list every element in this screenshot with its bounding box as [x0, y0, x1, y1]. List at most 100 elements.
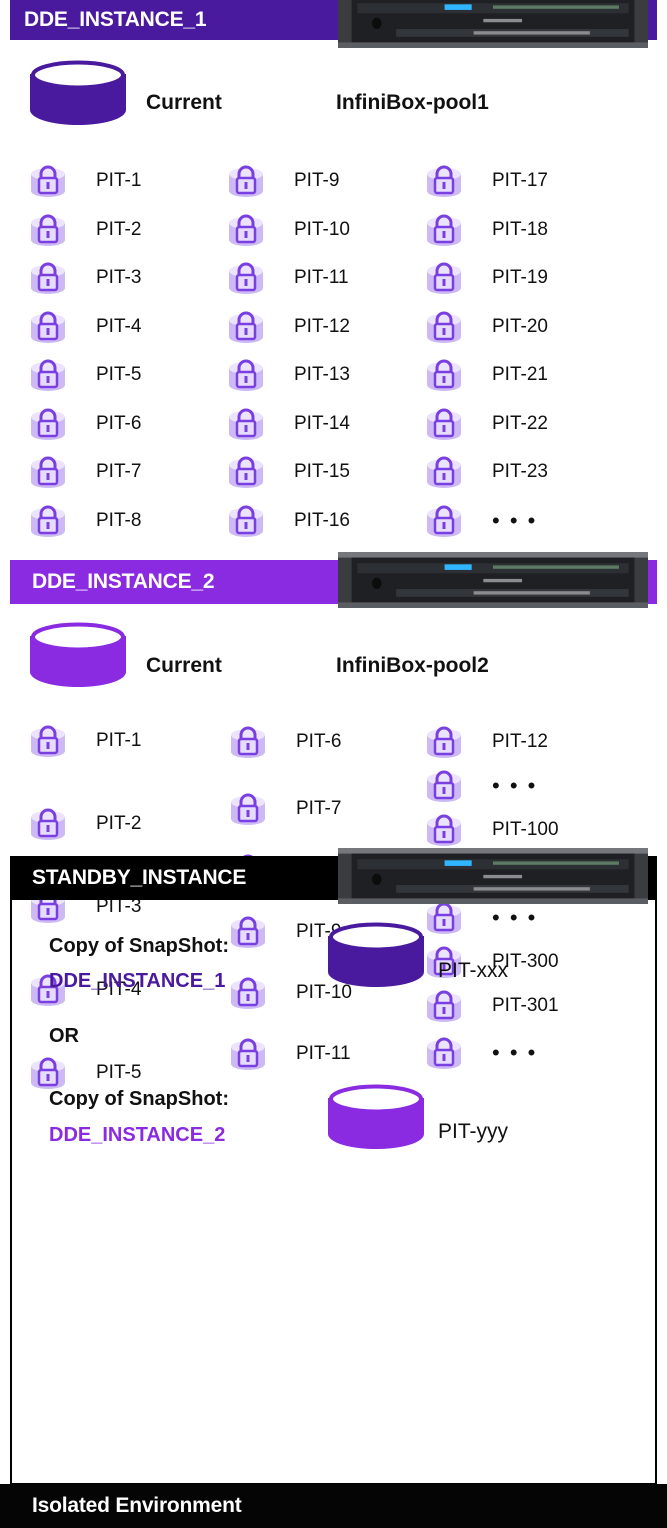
pit-item: PIT-18 [426, 213, 548, 247]
pit-item: PIT-12 [228, 310, 350, 344]
pit-label: PIT-7 [96, 461, 142, 482]
pit-item: PIT-21 [426, 358, 548, 392]
locked-snapshot-icon [30, 724, 66, 758]
locked-snapshot-icon [426, 504, 462, 538]
pit-label: PIT-16 [294, 509, 350, 531]
snapshot-pit: PIT-xxx [438, 959, 509, 982]
pit-item: PIT-3 [30, 261, 141, 295]
pit-label: PIT-15 [294, 461, 350, 482]
current-label: Current [146, 91, 222, 114]
pit-label: PIT-20 [492, 315, 548, 337]
locked-snapshot-icon [228, 310, 264, 344]
pit-label: PIT-13 [294, 364, 350, 385]
pit-item: PIT-4 [30, 310, 141, 344]
pit-item: • • • [426, 504, 537, 538]
pit-label: PIT-12 [294, 315, 350, 337]
pit-item: PIT-15 [228, 455, 350, 489]
locked-snapshot-icon [30, 164, 66, 198]
locked-snapshot-icon [30, 358, 66, 392]
pit-item: PIT-19 [426, 261, 548, 295]
locked-snapshot-icon [426, 725, 462, 759]
pit-label: PIT-19 [492, 267, 548, 288]
pit-item: PIT-16 [228, 504, 350, 538]
instance1-header-bar: DDE_INSTANCE_1 [10, 0, 345, 40]
locked-snapshot-icon [426, 213, 462, 247]
pit-item: • • • [426, 769, 537, 803]
locked-snapshot-icon [228, 407, 264, 441]
footer-label: Isolated Environment [32, 1494, 242, 1517]
copy-snapshot-label: Copy of SnapShot: [49, 1088, 229, 1110]
snapshot-source: DDE_INSTANCE_1 [49, 970, 226, 992]
locked-snapshot-icon [30, 504, 66, 538]
pit-item: PIT-13 [228, 358, 350, 392]
pit-item: PIT-1 [30, 724, 141, 758]
locked-snapshot-icon [426, 407, 462, 441]
pit-label: PIT-1 [96, 170, 142, 191]
locked-snapshot-icon [228, 455, 264, 489]
pit-item: PIT-7 [230, 792, 341, 826]
pit-label: PIT-100 [492, 819, 559, 840]
snapshot-volume-icon [328, 1084, 424, 1149]
pit-item: PIT-2 [30, 807, 141, 841]
pit-item: PIT-23 [426, 455, 548, 489]
pit-item: PIT-5 [30, 358, 141, 392]
or-label: OR [49, 1025, 79, 1047]
locked-snapshot-icon [30, 261, 66, 295]
storage-server-icon [338, 0, 648, 48]
snapshot-volume-icon [328, 922, 424, 987]
pit-item: PIT-6 [230, 725, 341, 759]
standby-title: STANDBY_INSTANCE [32, 866, 247, 889]
pit-label: PIT-6 [96, 412, 142, 434]
current-volume-icon [30, 60, 126, 125]
pit-label: PIT-23 [492, 461, 548, 482]
pit-label: PIT-12 [492, 731, 548, 752]
locked-snapshot-icon [426, 310, 462, 344]
current-label: Current [146, 654, 222, 677]
pit-label: PIT-21 [492, 364, 548, 385]
storage-server-icon [338, 848, 648, 904]
pit-item: PIT-10 [228, 213, 350, 247]
pit-label: PIT-17 [492, 170, 548, 191]
locked-snapshot-icon [30, 213, 66, 247]
locked-snapshot-icon [426, 164, 462, 198]
pit-item: PIT-100 [426, 813, 559, 847]
locked-snapshot-icon [228, 261, 264, 295]
pit-label: PIT-2 [96, 218, 142, 240]
locked-snapshot-icon [426, 769, 462, 803]
pit-label: PIT-10 [294, 218, 350, 240]
pit-label: PIT-3 [96, 267, 142, 288]
locked-snapshot-icon [30, 807, 66, 841]
pit-label: PIT-6 [296, 731, 342, 752]
pit-label: PIT-7 [296, 798, 342, 819]
locked-snapshot-icon [426, 261, 462, 295]
pit-item: PIT-22 [426, 407, 548, 441]
locked-snapshot-icon [230, 792, 266, 826]
pit-item: PIT-17 [426, 164, 548, 198]
locked-snapshot-icon [230, 725, 266, 759]
pit-label: PIT-22 [492, 412, 548, 434]
pit-item: PIT-14 [228, 407, 350, 441]
pit-item: PIT-9 [228, 164, 339, 198]
pit-item: PIT-1 [30, 164, 141, 198]
locked-snapshot-icon [228, 213, 264, 247]
locked-snapshot-icon [228, 164, 264, 198]
pit-label: PIT-2 [96, 813, 142, 834]
pool-label: InfiniBox-pool1 [336, 91, 489, 114]
pit-item: PIT-12 [426, 725, 548, 759]
pit-label: • • • [492, 773, 538, 798]
pit-label: PIT-1 [96, 730, 142, 751]
pool-label: InfiniBox-pool2 [336, 654, 489, 677]
snapshot-source: DDE_INSTANCE_2 [49, 1124, 226, 1146]
pit-label: PIT-8 [96, 509, 142, 531]
pit-item: PIT-2 [30, 213, 141, 247]
pit-label: PIT-18 [492, 218, 548, 240]
pit-label: • • • [492, 507, 538, 533]
locked-snapshot-icon [426, 813, 462, 847]
locked-snapshot-icon [426, 358, 462, 392]
instance1-title: DDE_INSTANCE_1 [24, 8, 207, 31]
copy-snapshot-label: Copy of SnapShot: [49, 935, 229, 957]
current-volume-icon [30, 622, 126, 687]
pit-label: PIT-11 [294, 267, 349, 288]
pit-item: PIT-8 [30, 504, 141, 538]
locked-snapshot-icon [426, 455, 462, 489]
